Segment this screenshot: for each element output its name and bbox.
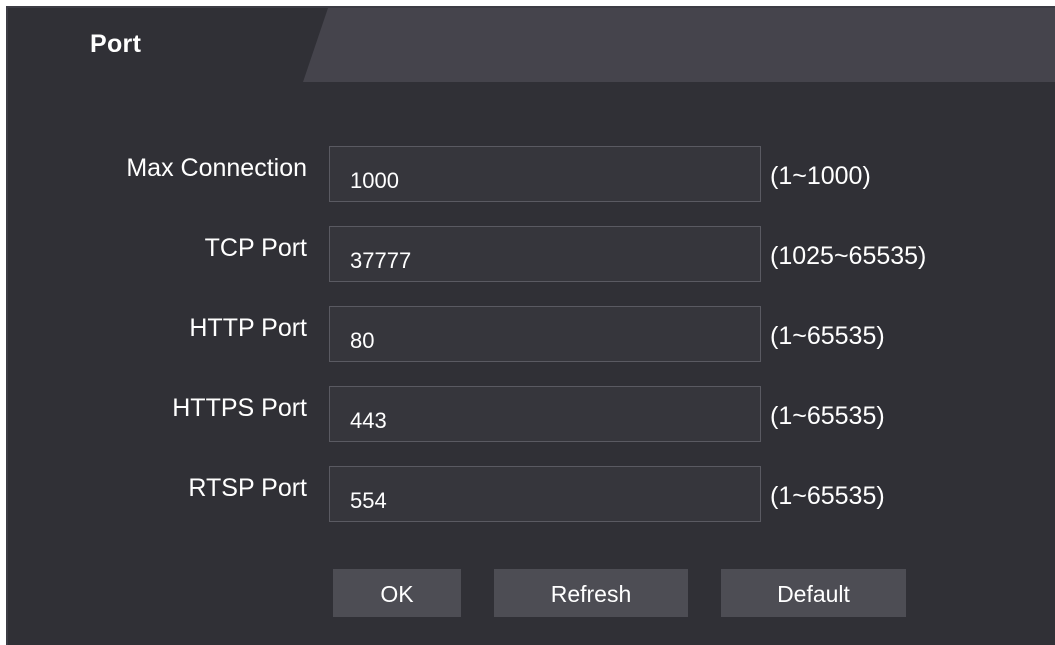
max-connection-input[interactable] — [329, 146, 761, 202]
max-connection-label: Max Connection — [126, 154, 307, 182]
https-port-label: HTTPS Port — [172, 394, 307, 422]
rtsp-port-label: RTSP Port — [188, 474, 307, 502]
tcp-port-input[interactable] — [329, 226, 761, 282]
https-port-row: HTTPS Port (1~65535) — [8, 386, 1055, 444]
rtsp-port-row: RTSP Port (1~65535) — [8, 466, 1055, 524]
https-port-range: (1~65535) — [770, 402, 885, 430]
max-connection-row: Max Connection (1~1000) — [8, 146, 1055, 204]
http-port-range: (1~65535) — [770, 322, 885, 350]
http-port-label: HTTP Port — [189, 314, 307, 342]
http-port-row: HTTP Port (1~65535) — [8, 306, 1055, 364]
rtsp-port-input[interactable] — [329, 466, 761, 522]
refresh-button[interactable]: Refresh — [494, 569, 688, 617]
tcp-port-row: TCP Port (1025~65535) — [8, 226, 1055, 284]
default-button[interactable]: Default — [721, 569, 906, 617]
https-port-input[interactable] — [329, 386, 761, 442]
max-connection-range: (1~1000) — [770, 162, 871, 190]
tcp-port-label: TCP Port — [204, 234, 307, 262]
rtsp-port-range: (1~65535) — [770, 482, 885, 510]
tab-port[interactable] — [8, 8, 328, 82]
port-settings-panel: Port Max Connection (1~1000) TCP Port (1… — [6, 6, 1055, 645]
tcp-port-range: (1025~65535) — [770, 242, 927, 270]
panel-title: Port — [90, 30, 142, 58]
http-port-input[interactable] — [329, 306, 761, 362]
ok-button[interactable]: OK — [333, 569, 461, 617]
